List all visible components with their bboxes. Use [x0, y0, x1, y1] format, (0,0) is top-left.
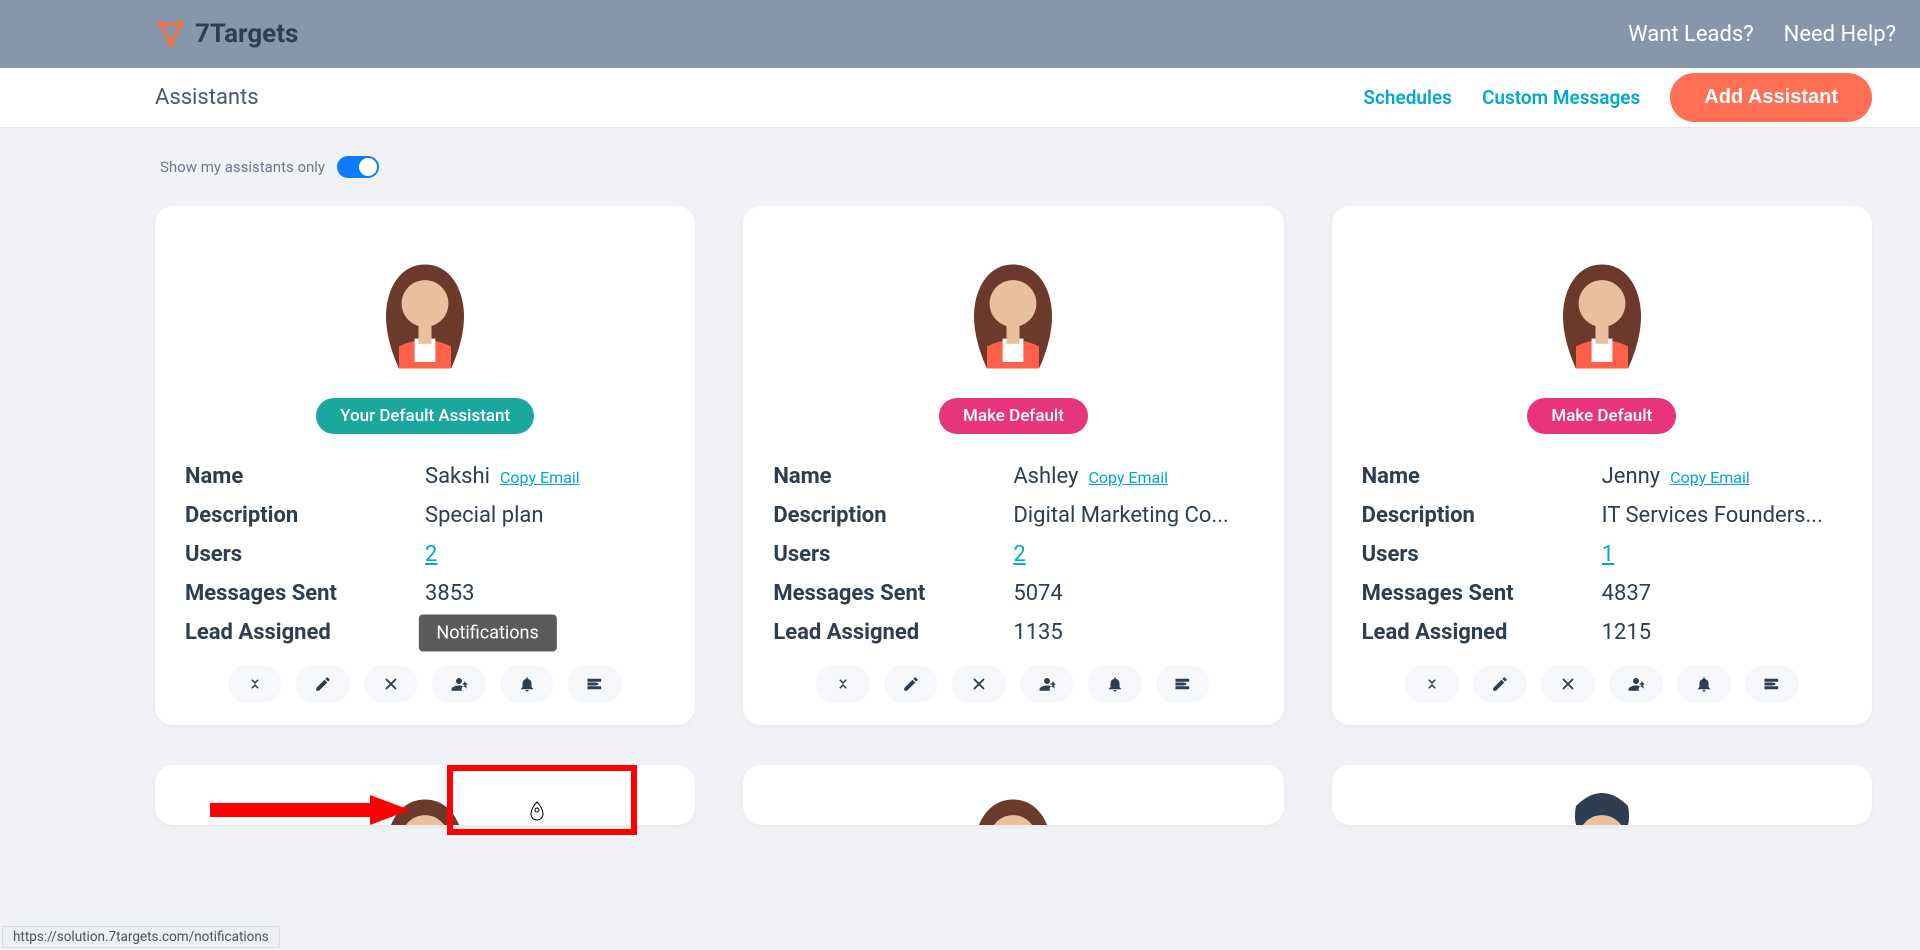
assistant-card: [1332, 765, 1872, 825]
brand-text: 7Targets: [195, 19, 298, 49]
users-label: Users: [773, 542, 1013, 567]
avatar-icon: [948, 230, 1078, 390]
delete-button[interactable]: [952, 665, 1006, 703]
lead-assigned-label: Lead Assigned: [1362, 620, 1602, 645]
description-value: Special plan: [425, 503, 665, 528]
card-actions: [773, 665, 1253, 703]
notifications-button[interactable]: [1677, 665, 1731, 703]
make-default-badge[interactable]: Make Default: [939, 398, 1088, 434]
status-bar-url: https://solution.7targets.com/notificati…: [2, 926, 280, 948]
edit-button[interactable]: [296, 665, 350, 703]
connect-button[interactable]: [228, 665, 282, 703]
filter-row: Show my assistants only: [0, 128, 1920, 196]
assistant-card: [155, 765, 695, 825]
name-label: Name: [185, 464, 425, 489]
messages-sent-value: 5074: [1013, 581, 1253, 606]
share-user-button[interactable]: [432, 665, 486, 703]
notifications-tooltip: Notifications: [418, 614, 556, 651]
messages-sent-label: Messages Sent: [773, 581, 1013, 606]
name-label: Name: [773, 464, 1013, 489]
lead-assigned-label: Lead Assigned: [773, 620, 1013, 645]
delete-button[interactable]: [1541, 665, 1595, 703]
assistant-card: Make Default NameJenny Copy Email Descrip…: [1332, 206, 1872, 725]
copy-email-link[interactable]: Copy Email: [1088, 468, 1168, 487]
name-value: Ashley: [1013, 464, 1078, 489]
default-badge: Your Default Assistant: [316, 398, 534, 434]
sub-header: Assistants Schedules Custom Messages Add…: [0, 68, 1920, 128]
custom-messages-link[interactable]: Custom Messages: [1482, 86, 1640, 109]
add-assistant-button[interactable]: Add Assistant: [1670, 73, 1872, 122]
description-value: Digital Marketing Co...: [1013, 503, 1253, 528]
description-label: Description: [1362, 503, 1602, 528]
avatar-icon: [1537, 230, 1667, 390]
show-my-assistants-toggle[interactable]: [337, 156, 379, 178]
need-help-link[interactable]: Need Help?: [1784, 22, 1896, 47]
messages-sent-label: Messages Sent: [185, 581, 425, 606]
avatar-icon: [1537, 765, 1667, 825]
assistants-grid: Your Default Assistant NameSakshiCopy Em…: [0, 196, 1920, 725]
assistant-card: Your Default Assistant NameSakshi Copy Em…: [155, 206, 695, 725]
assistant-card: [743, 765, 1283, 825]
settings-button[interactable]: [568, 665, 622, 703]
edit-button[interactable]: [1473, 665, 1527, 703]
page-title: Assistants: [155, 85, 259, 110]
settings-button[interactable]: [1156, 665, 1210, 703]
copy-email-link[interactable]: Copy Email: [500, 468, 580, 487]
copy-email-link[interactable]: Copy Email: [1670, 468, 1750, 487]
name-value: Jenny: [1602, 464, 1661, 489]
top-header: 7Targets Want Leads? Need Help?: [0, 0, 1920, 68]
lead-assigned-value: 1215: [1602, 620, 1842, 645]
notifications-button[interactable]: [1088, 665, 1142, 703]
brand-icon: [155, 18, 187, 50]
lead-assigned-label: Lead Assigned: [185, 620, 425, 645]
users-label: Users: [1362, 542, 1602, 567]
share-user-button[interactable]: [1609, 665, 1663, 703]
notifications-button[interactable]: [500, 665, 554, 703]
connect-button[interactable]: [1405, 665, 1459, 703]
name-label: Name: [1362, 464, 1602, 489]
delete-button[interactable]: [364, 665, 418, 703]
users-count-link[interactable]: 1: [1602, 542, 1614, 567]
assistant-card: Make Default NameAshley Copy Email Descri…: [743, 206, 1283, 725]
messages-sent-value: 3853: [425, 581, 665, 606]
want-leads-link[interactable]: Want Leads?: [1628, 22, 1754, 47]
settings-button[interactable]: [1745, 665, 1799, 703]
description-label: Description: [185, 503, 425, 528]
avatar-icon: [360, 230, 490, 390]
users-label: Users: [185, 542, 425, 567]
make-default-badge[interactable]: Make Default: [1527, 398, 1676, 434]
filter-label: Show my assistants only: [160, 158, 325, 176]
schedules-link[interactable]: Schedules: [1363, 86, 1452, 109]
description-label: Description: [773, 503, 1013, 528]
card-actions: [1362, 665, 1842, 703]
lead-assigned-value: 1135: [1013, 620, 1253, 645]
card-actions: Notifications: [185, 665, 665, 703]
users-count-link[interactable]: 2: [1013, 542, 1025, 567]
avatar-icon: [948, 765, 1078, 825]
edit-button[interactable]: [884, 665, 938, 703]
assistants-grid-row2: [0, 755, 1920, 825]
connect-button[interactable]: [816, 665, 870, 703]
messages-sent-label: Messages Sent: [1362, 581, 1602, 606]
share-user-button[interactable]: [1020, 665, 1074, 703]
users-count-link[interactable]: 2: [425, 542, 437, 567]
description-value: IT Services Founders...: [1602, 503, 1842, 528]
brand-logo[interactable]: 7Targets: [155, 18, 298, 50]
name-value: Sakshi: [425, 464, 490, 489]
messages-sent-value: 4837: [1602, 581, 1842, 606]
avatar-icon: [360, 765, 490, 825]
